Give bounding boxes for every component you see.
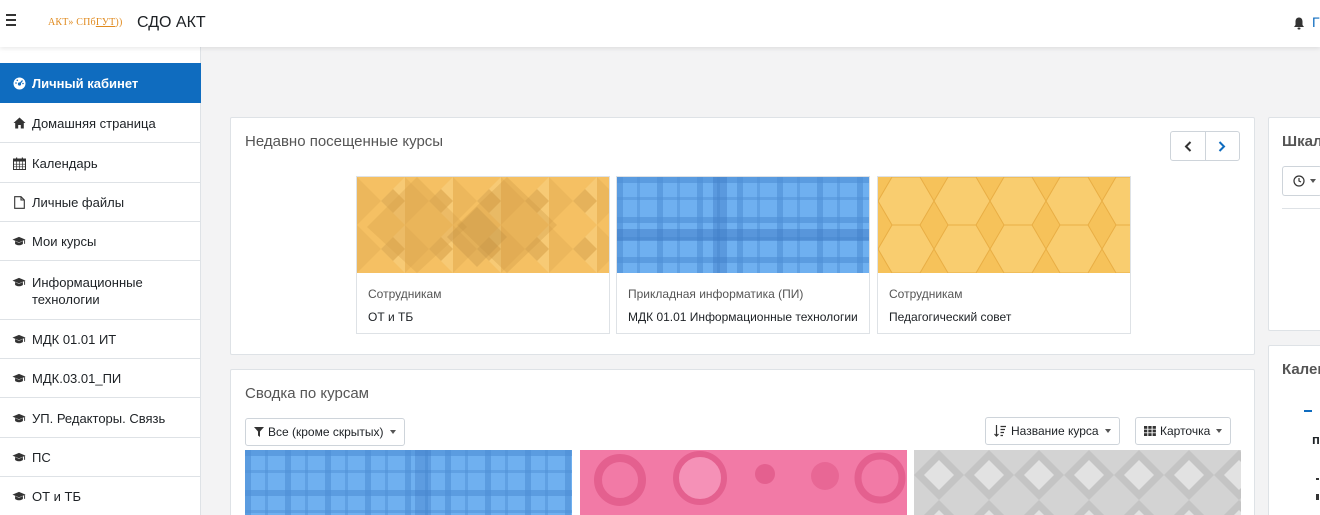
top-navbar: АКТ» СПбГУТ)) СДО АКТ Г	[0, 0, 1320, 47]
caret-down-icon	[1216, 429, 1223, 433]
course-image	[617, 177, 869, 273]
graduation-cap-icon	[12, 276, 26, 289]
course-name[interactable]: Педагогический совет	[889, 310, 1123, 324]
course-card[interactable]: Сотрудникам Педагогический совет	[877, 176, 1131, 334]
chevron-left-icon	[1184, 140, 1191, 152]
sidebar-item-label: Домашняя страница	[32, 115, 156, 131]
sidebar-item-label: МДК.03.01_ПИ	[32, 371, 122, 386]
clock-icon	[1293, 175, 1305, 187]
graduation-cap-icon	[12, 412, 26, 425]
user-menu[interactable]: Г	[1312, 14, 1320, 30]
sidebar-item-course[interactable]: ОТ и ТБ	[0, 478, 201, 515]
course-image[interactable]	[914, 450, 1241, 515]
site-name[interactable]: СДО АКТ	[137, 14, 206, 32]
graduation-cap-icon	[12, 333, 26, 346]
grid-icon	[1144, 426, 1156, 436]
caret-down-icon	[1104, 429, 1111, 433]
filter-dropdown[interactable]: Все (кроме скрытых)	[245, 418, 405, 446]
sidebar-item-label: ПС	[32, 450, 51, 465]
sidebar-item-course[interactable]: Информационные технологии	[0, 262, 201, 320]
calendar-day	[1316, 494, 1319, 500]
dashboard-icon	[12, 77, 26, 90]
sidebar-item-label: Личные файлы	[32, 195, 125, 210]
sidebar-item-course[interactable]: МДК 01.01 ИТ	[0, 321, 201, 359]
sidebar-item-label: Личный кабинет	[32, 75, 139, 91]
notification-bell-icon[interactable]	[1293, 17, 1305, 30]
course-category: Сотрудникам	[889, 287, 963, 301]
calendar-title: Кален	[1282, 361, 1320, 378]
graduation-cap-icon	[12, 372, 26, 385]
recent-courses-pager	[1170, 131, 1240, 161]
course-category: Прикладная информатика (ПИ)	[628, 287, 804, 301]
sidebar-item-dashboard[interactable]: Личный кабинет	[0, 63, 201, 103]
prev-button[interactable]	[1171, 132, 1205, 160]
recent-courses-title: Недавно посещенные курсы	[245, 133, 444, 150]
sidebar-nav: Личный кабинет Домашняя страница Календа…	[0, 47, 201, 515]
course-image	[357, 177, 609, 273]
calendar-day	[1316, 478, 1319, 480]
course-name[interactable]: ОТ и ТБ	[368, 310, 602, 324]
sidebar-item-private-files[interactable]: Личные файлы	[0, 184, 201, 222]
course-name[interactable]: МДК 01.01 Информационные технологии	[628, 310, 862, 324]
sort-label: Название курса	[1011, 424, 1099, 438]
sidebar-item-label: Календарь	[32, 155, 98, 171]
sidebar-item-course[interactable]: УП. Редакторы. Связь	[0, 399, 201, 438]
filter-icon	[254, 427, 264, 437]
view-dropdown[interactable]: Карточка	[1135, 417, 1232, 445]
sidebar-item-label: ОТ и ТБ	[32, 489, 82, 504]
home-icon	[12, 117, 26, 130]
graduation-cap-icon	[12, 451, 26, 464]
course-card[interactable]: Прикладная информатика (ПИ) МДК 01.01 Ин…	[616, 176, 870, 334]
menu-toggle-icon[interactable]	[6, 14, 18, 30]
course-image	[878, 177, 1130, 273]
course-image[interactable]	[580, 450, 907, 515]
sidebar-item-label: УП. Редакторы. Связь	[32, 410, 166, 426]
graduation-cap-icon	[12, 235, 26, 248]
sidebar-item-my-courses[interactable]: Мои курсы	[0, 223, 201, 261]
chevron-right-icon	[1219, 140, 1226, 152]
site-logo[interactable]: АКТ» СПбГУТ))	[48, 17, 122, 28]
filter-label: Все (кроме скрытых)	[268, 425, 384, 439]
course-card[interactable]: Сотрудникам ОТ и ТБ	[356, 176, 610, 334]
course-overview-title: Сводка по курсам	[245, 385, 369, 402]
view-label: Карточка	[1160, 424, 1211, 438]
file-icon	[12, 196, 26, 209]
sort-dropdown[interactable]: Название курса	[985, 417, 1120, 445]
caret-down-icon	[1310, 179, 1316, 183]
sidebar-item-label: МДК 01.01 ИТ	[32, 332, 117, 347]
sidebar-item-calendar[interactable]: Календарь	[0, 144, 201, 183]
timeline-filter-dropdown[interactable]	[1282, 166, 1320, 196]
sidebar-item-home[interactable]: Домашняя страница	[0, 104, 201, 143]
divider	[1282, 208, 1320, 209]
next-button[interactable]	[1204, 132, 1240, 160]
calendar-prev-arrow-icon[interactable]	[1304, 410, 1312, 412]
course-image[interactable]	[245, 450, 572, 515]
calendar-weekday: п	[1312, 432, 1320, 447]
graduation-cap-icon	[12, 490, 26, 503]
sidebar-item-course[interactable]: МДК.03.01_ПИ	[0, 360, 201, 398]
sort-alpha-icon	[994, 425, 1007, 437]
sidebar-item-label: Информационные технологии	[32, 275, 143, 307]
timeline-title: Шкал	[1282, 133, 1320, 150]
course-category: Сотрудникам	[368, 287, 442, 301]
sidebar-item-course[interactable]: ПС	[0, 439, 201, 477]
sidebar-item-label: Мои курсы	[32, 234, 97, 249]
calendar-icon	[12, 157, 26, 170]
caret-down-icon	[389, 430, 396, 434]
